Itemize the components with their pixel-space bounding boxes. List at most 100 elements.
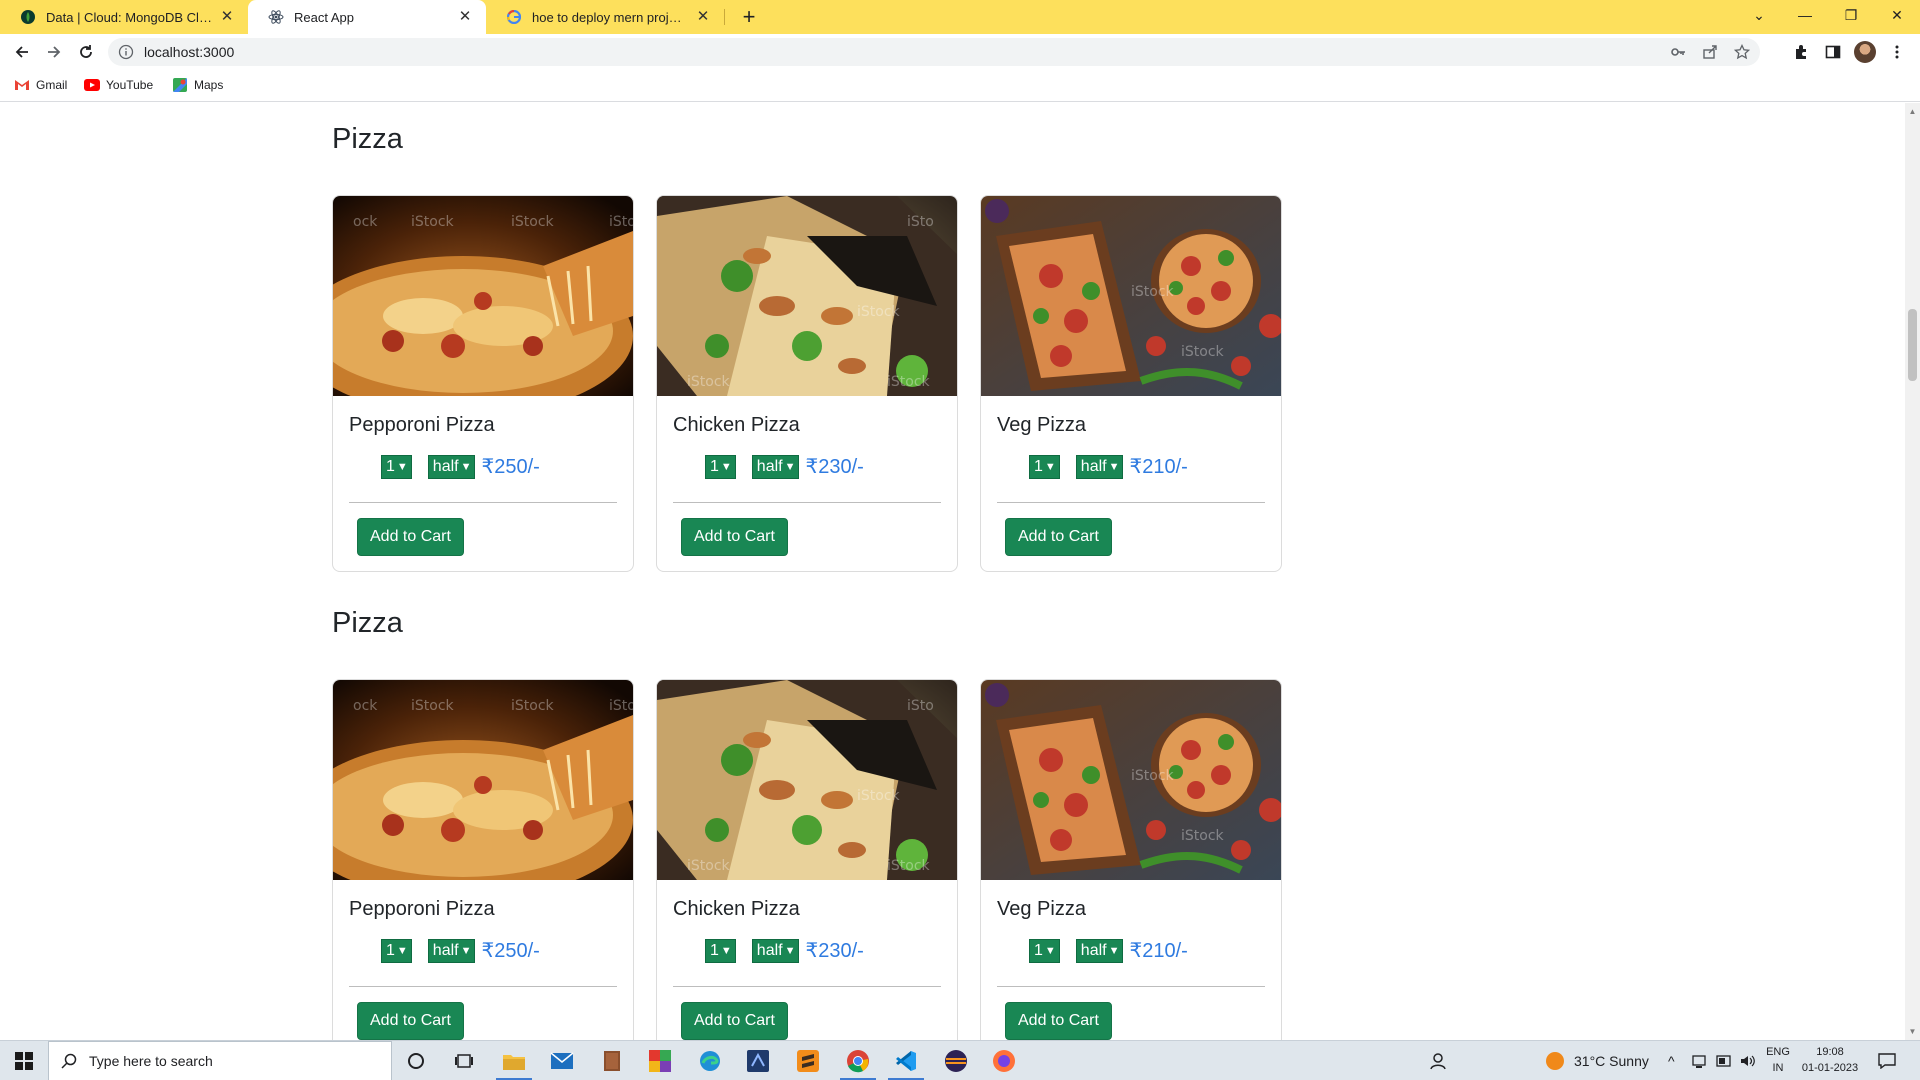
network-icon[interactable]	[1692, 1041, 1706, 1080]
item-name: Chicken Pizza	[673, 414, 800, 436]
add-to-cart-button[interactable]: Add to Cart	[357, 1002, 464, 1040]
select-value: half	[1080, 941, 1107, 959]
select-value: half	[432, 941, 459, 959]
select-value: 1	[386, 457, 395, 475]
book-app-icon[interactable]	[588, 1041, 636, 1080]
item-options: 1 ▼ half ▼ ₹210/-	[1029, 454, 1188, 479]
profile-avatar[interactable]	[1854, 41, 1876, 63]
quantity-select[interactable]: 1 ▼	[381, 938, 412, 963]
google-icon	[506, 9, 522, 25]
select-value: half	[1080, 457, 1107, 475]
eclipse-icon[interactable]	[932, 1041, 980, 1080]
add-to-cart-button[interactable]: Add to Cart	[681, 1002, 788, 1040]
windows-logo-icon	[15, 1052, 33, 1070]
arrow-left-icon	[15, 46, 28, 58]
share-icon[interactable]	[1702, 44, 1718, 60]
quantity-select[interactable]: 1 ▼	[381, 454, 412, 479]
bookmark-maps[interactable]: Maps	[172, 77, 223, 93]
quantity-select[interactable]: 1 ▼	[1029, 454, 1060, 479]
bookmark-youtube[interactable]: YouTube	[84, 77, 153, 93]
card-divider	[997, 986, 1265, 987]
start-button[interactable]	[0, 1041, 48, 1080]
tab-search-button[interactable]: ⌄	[1736, 0, 1782, 30]
ms-office-icon[interactable]	[636, 1041, 684, 1080]
people-icon[interactable]	[1430, 1041, 1448, 1080]
minimize-button[interactable]: —	[1782, 0, 1828, 30]
select-value: half	[756, 457, 783, 475]
sublime-text-icon[interactable]	[784, 1041, 832, 1080]
tab-react-app[interactable]: React App ✕	[248, 0, 486, 34]
scrollbar-thumb[interactable]	[1908, 309, 1917, 381]
gmail-icon	[14, 77, 30, 93]
add-to-cart-button[interactable]: Add to Cart	[357, 518, 464, 556]
size-select[interactable]: half ▼	[751, 938, 800, 963]
edge-icon[interactable]	[686, 1041, 734, 1080]
chrome-icon[interactable]	[834, 1041, 882, 1080]
size-select[interactable]: half ▼	[1075, 938, 1124, 963]
volume-icon[interactable]	[1740, 1041, 1756, 1080]
firefox-icon[interactable]	[980, 1041, 1028, 1080]
page-scrollbar[interactable]: ▲ ▼	[1905, 103, 1920, 1040]
mail-icon[interactable]	[538, 1041, 586, 1080]
mongodb-leaf-icon	[20, 9, 36, 25]
menu-icon[interactable]	[1885, 40, 1909, 64]
item-name: Veg Pizza	[997, 898, 1086, 920]
quantity-select[interactable]: 1 ▼	[705, 454, 736, 479]
blue-app-icon[interactable]	[734, 1041, 782, 1080]
key-icon[interactable]	[1670, 44, 1686, 60]
add-to-cart-button[interactable]: Add to Cart	[1005, 518, 1112, 556]
size-select[interactable]: half ▼	[427, 454, 476, 479]
chevron-down-icon: ▼	[460, 460, 472, 473]
address-bar[interactable]: localhost:3000	[108, 38, 1760, 66]
bookmark-gmail[interactable]: Gmail	[14, 77, 67, 93]
add-to-cart-button[interactable]: Add to Cart	[1005, 1002, 1112, 1040]
battery-icon[interactable]	[1716, 1041, 1732, 1080]
size-select[interactable]: half ▼	[1075, 454, 1124, 479]
scroll-up-arrow-icon[interactable]: ▲	[1908, 107, 1917, 116]
forward-button[interactable]	[40, 38, 68, 66]
close-window-button[interactable]: ✕	[1874, 0, 1920, 30]
extensions-icon[interactable]	[1789, 40, 1813, 64]
size-select[interactable]: half ▼	[427, 938, 476, 963]
pizza-image	[981, 196, 1281, 396]
system-clock[interactable]: 19:08 01-01-2023	[1790, 1044, 1870, 1076]
quantity-select[interactable]: 1 ▼	[1029, 938, 1060, 963]
add-to-cart-button[interactable]: Add to Cart	[681, 518, 788, 556]
task-view-icon[interactable]	[440, 1041, 488, 1080]
pizza-image	[981, 680, 1281, 880]
weather-widget[interactable]: 31°C Sunny	[1546, 1041, 1649, 1080]
select-value: half	[432, 457, 459, 475]
item-price: ₹230/-	[805, 456, 864, 478]
chevron-up-icon[interactable]: ^	[1668, 1041, 1675, 1080]
restore-button[interactable]: ❐	[1828, 0, 1874, 30]
card-divider	[673, 502, 941, 503]
file-explorer-icon[interactable]	[490, 1041, 538, 1080]
close-tab-icon[interactable]: ✕	[218, 8, 236, 26]
bookmark-label: YouTube	[106, 78, 154, 92]
search-placeholder: Type here to search	[89, 1053, 213, 1069]
side-panel-icon[interactable]	[1821, 40, 1845, 64]
cortana-icon[interactable]	[392, 1041, 440, 1080]
back-button[interactable]	[8, 38, 36, 66]
chevron-down-icon: ▼	[396, 944, 408, 957]
taskbar-search-box[interactable]: Type here to search	[48, 1041, 392, 1080]
bookmark-label: Gmail	[36, 78, 68, 92]
quantity-select[interactable]: 1 ▼	[705, 938, 736, 963]
tab-mongodb[interactable]: Data | Cloud: MongoDB Cloud ✕	[0, 0, 248, 34]
scroll-down-arrow-icon[interactable]: ▼	[1908, 1027, 1917, 1036]
chevron-down-icon: ▼	[720, 460, 732, 473]
reload-button[interactable]	[72, 38, 100, 66]
clock-date: 01-01-2023	[1801, 1062, 1859, 1074]
vscode-icon[interactable]	[882, 1041, 930, 1080]
tab-google-search[interactable]: hoe to deploy mern project free ✕	[486, 0, 724, 34]
close-tab-icon[interactable]: ✕	[694, 8, 712, 26]
star-icon[interactable]	[1734, 44, 1750, 60]
pizza-image	[657, 680, 957, 880]
new-tab-button[interactable]: +	[736, 4, 762, 30]
pizza-image	[333, 196, 633, 396]
item-price: ₹210/-	[1129, 456, 1188, 478]
food-card: Chicken Pizza 1 ▼ half ▼ ₹230/- Add to Car…	[656, 195, 958, 572]
size-select[interactable]: half ▼	[751, 454, 800, 479]
close-tab-icon[interactable]: ✕	[456, 8, 474, 26]
notifications-icon[interactable]	[1878, 1041, 1896, 1080]
